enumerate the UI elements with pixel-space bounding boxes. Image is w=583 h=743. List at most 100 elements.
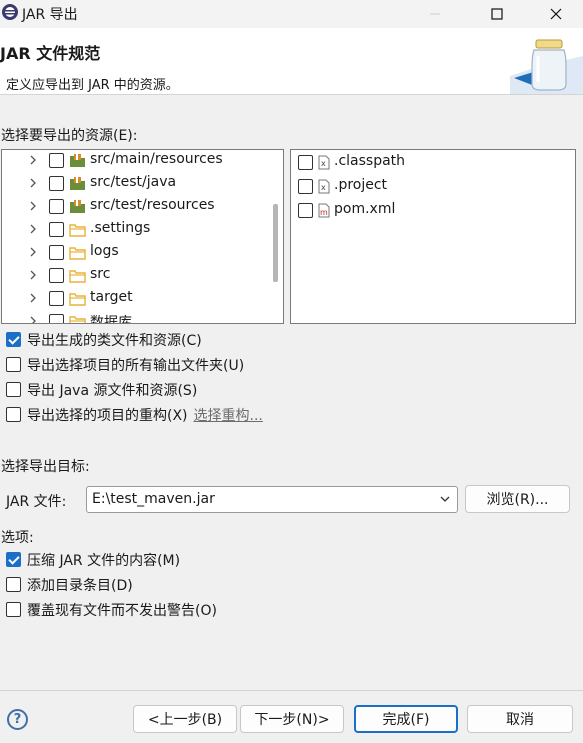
chevron-right-icon[interactable] <box>28 200 38 212</box>
help-button[interactable]: ? <box>7 709 28 730</box>
page-title: JAR 文件规范 <box>0 44 101 63</box>
file-item-checkbox[interactable] <box>298 203 313 218</box>
option-label[interactable]: 覆盖现有文件而不发出警告(O) <box>27 603 217 619</box>
folder-icon <box>69 245 86 260</box>
checkbox-box[interactable] <box>6 577 21 592</box>
option-label[interactable]: 导出 Java 源文件和资源(S) <box>27 383 197 399</box>
tree-item[interactable]: src <box>2 265 283 288</box>
tree-item-label: target <box>90 289 133 305</box>
svg-text:x: x <box>321 183 326 192</box>
checkbox-box[interactable] <box>6 332 21 347</box>
eclipse-app-icon <box>2 4 18 20</box>
window-title: JAR 导出 <box>22 7 78 23</box>
refactoring-link[interactable]: 选择重构... <box>194 408 263 424</box>
option-label[interactable]: 导出选择项目的所有输出文件夹(U) <box>27 358 244 374</box>
minimize-button[interactable] <box>412 0 458 28</box>
resources-label: 选择要导出的资源(E): <box>1 128 138 144</box>
option-label[interactable]: 导出生成的类文件和资源(C) <box>27 333 202 349</box>
jar-file-label: JAR 文件: <box>6 494 67 510</box>
jar-file-value[interactable]: E:\test_maven.jar <box>92 491 215 507</box>
tree-item-label: src/test/java <box>90 174 177 190</box>
tree-item-checkbox[interactable] <box>49 222 64 237</box>
next-button[interactable]: 下一步(N)> <box>240 705 344 733</box>
option-checkbox[interactable]: 导出选择项目的所有输出文件夹(U) <box>6 354 576 376</box>
tree-item-checkbox[interactable] <box>49 199 64 214</box>
jar-file-combo[interactable]: E:\test_maven.jar <box>86 486 458 513</box>
tree-item[interactable]: 数据库 <box>2 311 283 324</box>
browse-button[interactable]: 浏览(R)... <box>465 485 570 513</box>
svg-text:x: x <box>321 159 326 168</box>
option-checkbox[interactable]: 压缩 JAR 文件的内容(M) <box>6 549 576 571</box>
chevron-right-icon[interactable] <box>28 269 38 281</box>
checkbox-box[interactable] <box>6 602 21 617</box>
tree-item-checkbox[interactable] <box>49 176 64 191</box>
checkbox-box[interactable] <box>6 407 21 422</box>
option-checkbox[interactable]: 导出 Java 源文件和资源(S) <box>6 379 576 401</box>
tree-item[interactable]: src/main/resources <box>2 150 283 173</box>
file-item-checkbox[interactable] <box>298 179 313 194</box>
back-button[interactable]: <上一步(B) <box>133 705 237 733</box>
tree-item-label: src <box>90 266 111 282</box>
folder-icon <box>69 268 86 283</box>
tree-item-checkbox[interactable] <box>49 245 64 260</box>
option-checkbox[interactable]: 覆盖现有文件而不发出警告(O) <box>6 599 576 621</box>
footer-separator <box>0 690 583 691</box>
resource-tree[interactable]: src/main/resources src/test/java src/test/… <box>1 149 284 324</box>
package-folder-icon <box>69 153 86 168</box>
file-item[interactable]: x .classpath <box>291 150 575 174</box>
folder-icon <box>69 291 86 306</box>
tree-item[interactable]: target <box>2 288 283 311</box>
file-item-checkbox[interactable] <box>298 155 313 170</box>
folder-icon <box>69 314 86 323</box>
tree-item[interactable]: logs <box>2 242 283 265</box>
package-folder-icon <box>69 176 86 191</box>
option-label[interactable]: 添加目录条目(D) <box>27 578 133 594</box>
tree-item-checkbox[interactable] <box>49 153 64 168</box>
finish-button[interactable]: 完成(F) <box>354 705 458 733</box>
destination-label: 选择导出目标: <box>1 459 90 475</box>
close-icon <box>550 8 562 20</box>
checkbox-box[interactable] <box>6 552 21 567</box>
checkbox-box[interactable] <box>6 357 21 372</box>
tree-item-checkbox[interactable] <box>49 268 64 283</box>
help-icon: ? <box>13 712 22 727</box>
cancel-button[interactable]: 取消 <box>467 705 573 733</box>
tree-item-label: src/test/resources <box>90 197 215 213</box>
option-label[interactable]: 压缩 JAR 文件的内容(M) <box>27 553 180 569</box>
close-button[interactable] <box>533 0 579 28</box>
option-checkbox[interactable]: 导出选择的项目的重构(X) 选择重构... <box>6 404 576 426</box>
tree-scrollbar-thumb[interactable] <box>273 204 278 282</box>
file-item-label: .classpath <box>334 153 406 169</box>
chevron-right-icon[interactable] <box>28 292 38 304</box>
jar-icon <box>510 39 583 94</box>
maximize-icon <box>491 8 503 20</box>
file-item[interactable]: x .project <box>291 174 575 198</box>
option-checkbox[interactable]: 导出生成的类文件和资源(C) <box>6 329 576 351</box>
tree-item-label: src/main/resources <box>90 151 223 167</box>
package-folder-icon <box>69 199 86 214</box>
option-label[interactable]: 导出选择的项目的重构(X) <box>27 408 188 424</box>
chevron-right-icon[interactable] <box>28 246 38 258</box>
tree-item-label: 数据库 <box>90 315 132 324</box>
header-separator <box>0 94 583 95</box>
tree-item[interactable]: .settings <box>2 219 283 242</box>
tree-item[interactable]: src/test/resources <box>2 196 283 219</box>
chevron-right-icon[interactable] <box>28 315 38 323</box>
chevron-right-icon[interactable] <box>28 177 38 189</box>
file-item-label: .project <box>334 177 388 193</box>
checkbox-box[interactable] <box>6 382 21 397</box>
xml-file-icon: x <box>318 155 330 170</box>
chevron-down-icon[interactable] <box>439 494 451 504</box>
tree-item-checkbox[interactable] <box>49 291 64 306</box>
chevron-right-icon[interactable] <box>28 223 38 235</box>
minimize-icon <box>430 13 440 15</box>
maximize-button[interactable] <box>474 0 520 28</box>
file-list[interactable]: x .classpath x .project m pom.xml <box>290 149 576 324</box>
tree-item-checkbox[interactable] <box>49 314 64 323</box>
page-description: 定义应导出到 JAR 中的资源。 <box>6 78 179 93</box>
tree-item[interactable]: src/test/java <box>2 173 283 196</box>
chevron-right-icon[interactable] <box>28 154 38 166</box>
option-checkbox[interactable]: 添加目录条目(D) <box>6 574 576 596</box>
file-item[interactable]: m pom.xml <box>291 198 575 222</box>
folder-icon <box>69 222 86 237</box>
